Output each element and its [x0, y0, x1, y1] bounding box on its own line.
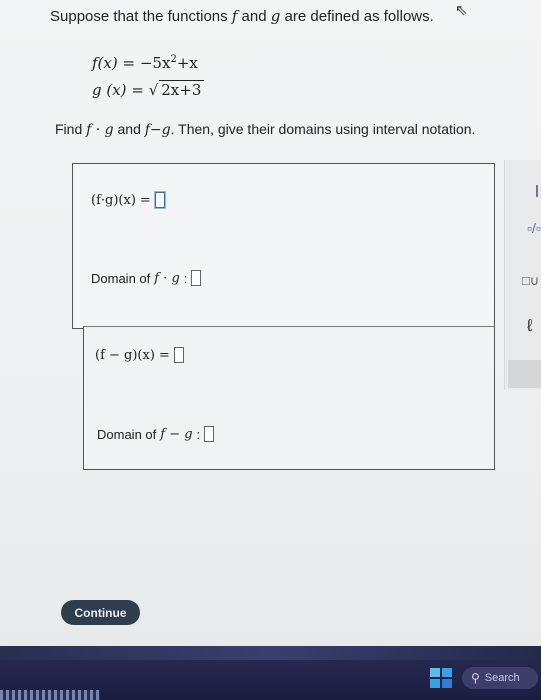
difference-row: (f − g)(x) =: [95, 347, 184, 363]
instruction-find: Find: [55, 121, 83, 137]
clear-button[interactable]: ℓ: [527, 316, 533, 336]
f-definition: f(x) = −5x2+x: [92, 54, 198, 72]
difference-expression: (f − g)(x): [95, 347, 155, 363]
domain-difference-colon: :: [196, 426, 201, 442]
domain-difference-row: Domain of f − g :: [97, 426, 215, 442]
answer-panel-product: (f·g)(x) = Domain of f · g :: [72, 163, 495, 329]
product-equals: =: [139, 192, 151, 208]
instruction-and: and: [117, 121, 141, 137]
taskbar-wallpaper-strip: [0, 646, 541, 660]
g-radicand: 2x+3: [159, 80, 205, 99]
f-equals: =: [122, 54, 136, 72]
math-toolbar: ▫/▫ □∪ ℓ: [500, 160, 541, 390]
domain-difference-fn: f − g: [160, 426, 193, 442]
g-definition: g (x) = √ 2x+3: [92, 80, 205, 99]
product-answer-input[interactable]: [154, 192, 165, 208]
prompt-g: g: [270, 7, 281, 25]
prompt-post: are defined as follows.: [284, 8, 434, 25]
g-lhs: g (x): [92, 81, 127, 99]
taskbar-app-strip: [0, 690, 100, 700]
search-icon: ⚲: [471, 671, 480, 685]
union-button[interactable]: □∪: [522, 273, 539, 289]
prompt-and: and: [241, 8, 267, 25]
answer-panel-difference: (f − g)(x) = Domain of f − g :: [83, 326, 495, 470]
f-lhs: f(x): [92, 54, 118, 72]
product-row: (f·g)(x) =: [91, 192, 165, 208]
domain-difference-label: Domain of: [97, 426, 157, 442]
instruction: Find f · g and f−g. Then, give their dom…: [55, 121, 475, 138]
page: Suppose that the functions f and g are d…: [0, 0, 541, 646]
f-rhs-term: −5x: [139, 54, 171, 72]
prompt-f: f: [231, 7, 238, 25]
mouse-cursor-icon: ⇖: [455, 2, 468, 19]
domain-product-input[interactable]: [191, 270, 202, 286]
domain-product-colon: :: [183, 270, 188, 286]
domain-product-label: Domain of: [91, 270, 151, 286]
product-expression: (f·g)(x): [91, 192, 136, 208]
instruction-fg: f · g: [86, 122, 114, 138]
fraction-button[interactable]: ▫/▫: [527, 220, 541, 236]
difference-equals: =: [158, 347, 170, 363]
windows-start-icon[interactable]: [430, 668, 452, 688]
domain-product-fn: f · g: [154, 270, 180, 286]
search-label: Search: [484, 672, 520, 684]
continue-button[interactable]: Continue: [61, 600, 140, 625]
sqrt-sign-icon: √: [148, 81, 159, 99]
problem-prompt: Suppose that the functions f and g are d…: [50, 7, 434, 25]
taskbar-search[interactable]: ⚲ Search: [462, 667, 538, 689]
g-equals: =: [131, 81, 144, 99]
domain-product-row: Domain of f · g :: [91, 270, 202, 286]
difference-answer-input[interactable]: [173, 347, 184, 363]
prompt-text: Suppose that the functions: [50, 8, 228, 25]
toolbar-lower-button[interactable]: [508, 360, 541, 388]
f-rhs-term2: +x: [176, 54, 198, 72]
instruction-rest: . Then, give their domains using interva…: [170, 121, 476, 137]
domain-difference-input[interactable]: [204, 426, 215, 442]
instruction-fmg: f−g: [144, 122, 171, 138]
toolbar-divider: [536, 185, 538, 197]
